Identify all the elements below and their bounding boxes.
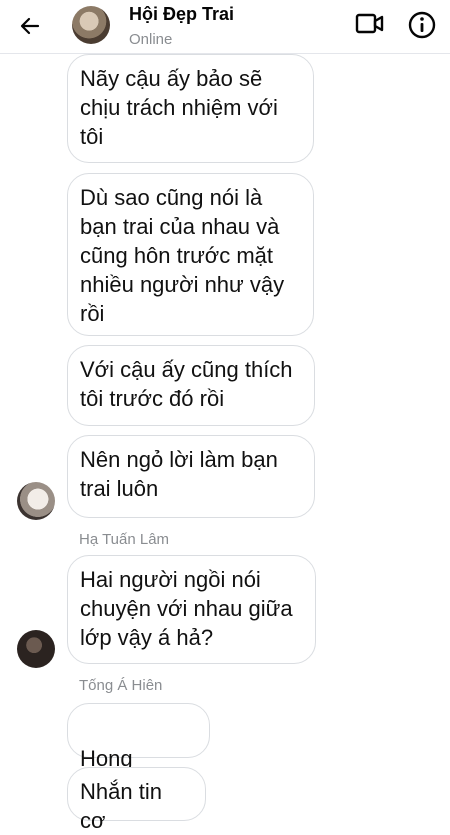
chat-header: Hội Đẹp Trai Online: [0, 0, 450, 54]
message-bubble[interactable]: Dù sao cũng nói là bạn trai của nhau và …: [67, 173, 314, 336]
back-button[interactable]: [14, 10, 46, 42]
message-bubble[interactable]: Hai người ngồi nói chuyện với nhau giữa …: [67, 555, 316, 664]
message-bubble-with-emoji[interactable]: Hong: [67, 703, 210, 798]
message-bubble[interactable]: Nên ngỏ lời làm bạn trai luôn: [67, 435, 315, 518]
sender-avatar[interactable]: [17, 482, 55, 520]
message-bubble[interactable]: Với cậu ấy cũng thích tôi trước đó rồi: [67, 345, 315, 426]
chat-status: Online: [129, 31, 173, 48]
info-circle-icon: [408, 11, 436, 39]
sender-name: Hạ Tuấn Lâm: [79, 531, 170, 548]
info-button[interactable]: [406, 9, 438, 41]
message-bubble[interactable]: Nãy cậu ấy bảo sẽ chịu trách nhiệm với t…: [67, 54, 314, 163]
video-call-button[interactable]: [354, 10, 386, 38]
message-bubble[interactable]: Nhắn tin cơ: [67, 767, 206, 833]
chat-title[interactable]: Hội Đẹp Trai: [129, 4, 234, 25]
sender-avatar[interactable]: [17, 630, 55, 668]
arrow-left-icon: [20, 17, 40, 35]
video-camera-icon: [355, 13, 384, 34]
sender-name: Tống Á Hiên: [79, 677, 163, 694]
group-avatar[interactable]: [72, 6, 110, 44]
